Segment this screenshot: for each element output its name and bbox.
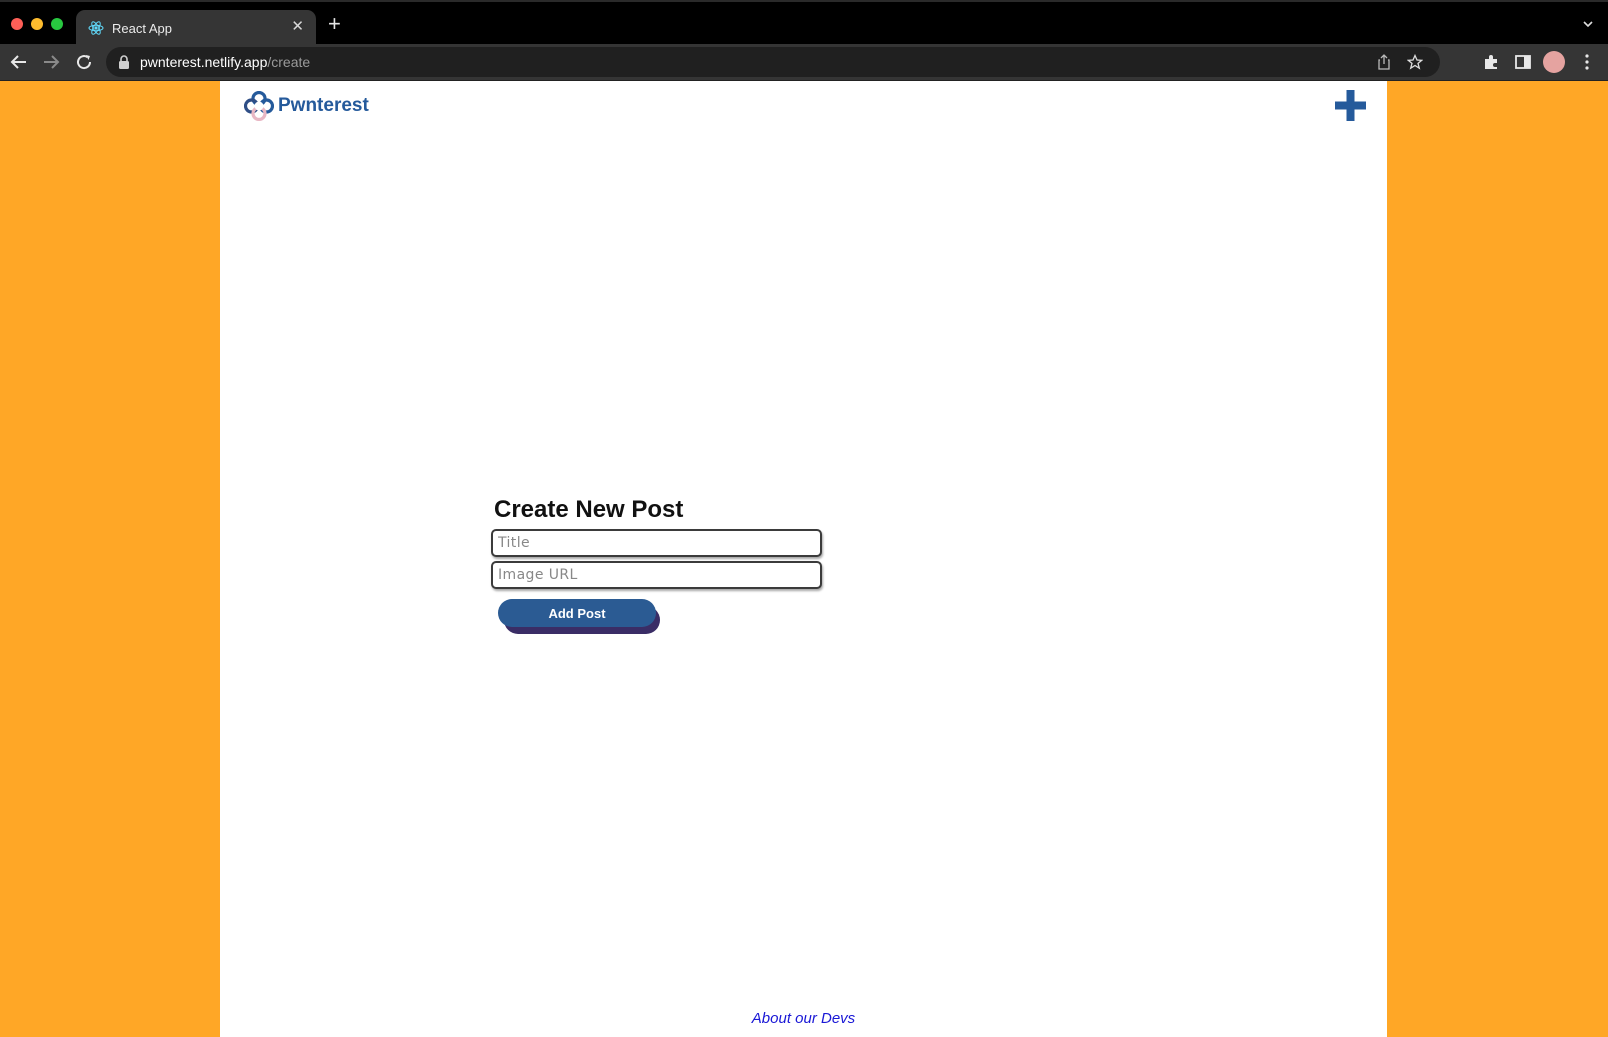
- window-maximize-dot[interactable]: [51, 18, 63, 30]
- page-container: Pwnterest Create New Post Add Post About…: [220, 81, 1387, 1037]
- tab-close-icon[interactable]: ✕: [291, 19, 304, 35]
- url-path: /create: [267, 54, 311, 70]
- brand-name: Pwnterest: [278, 95, 369, 116]
- window-minimize-dot[interactable]: [31, 18, 43, 30]
- tab-search-chevron-icon[interactable]: [1582, 18, 1594, 30]
- pwnterest-logo-icon: [244, 91, 274, 121]
- about-devs-link[interactable]: About our Devs: [220, 1010, 1387, 1027]
- side-panel-icon[interactable]: [1514, 53, 1532, 71]
- browser-toolbar: pwnterest.netlify.app/create: [0, 44, 1608, 81]
- image-url-input[interactable]: [491, 561, 822, 589]
- create-post-plus-icon[interactable]: [1334, 89, 1367, 122]
- url-text[interactable]: pwnterest.netlify.app/create: [140, 54, 310, 70]
- title-input[interactable]: [491, 529, 822, 557]
- bookmark-star-icon[interactable]: [1407, 54, 1423, 70]
- lock-icon[interactable]: [118, 55, 130, 69]
- forward-arrow-icon[interactable]: [42, 53, 60, 71]
- reload-icon[interactable]: [75, 53, 93, 71]
- address-bar[interactable]: pwnterest.netlify.app/create: [106, 47, 1440, 77]
- browser-menu-kebab-icon[interactable]: [1584, 53, 1590, 71]
- page-viewport: Pwnterest Create New Post Add Post About…: [0, 81, 1608, 1037]
- create-post-form: Create New Post Add Post: [491, 495, 831, 637]
- add-post-button-wrapper: Add Post: [498, 599, 664, 637]
- url-host: pwnterest.netlify.app: [140, 54, 268, 70]
- window-close-dot[interactable]: [11, 18, 23, 30]
- back-arrow-icon[interactable]: [10, 53, 28, 71]
- profile-avatar[interactable]: [1543, 51, 1565, 73]
- new-tab-plus-icon[interactable]: +: [328, 13, 341, 35]
- browser-tab-active[interactable]: React App ✕: [76, 10, 316, 46]
- form-heading: Create New Post: [494, 496, 684, 523]
- add-post-button[interactable]: Add Post: [498, 599, 656, 627]
- site-logo[interactable]: Pwnterest: [244, 90, 369, 122]
- browser-tab-bar: React App ✕ +: [0, 0, 1608, 46]
- react-favicon-icon: [88, 21, 104, 35]
- extensions-puzzle-icon[interactable]: [1482, 53, 1500, 71]
- share-icon[interactable]: [1376, 54, 1392, 70]
- tab-title: React App: [112, 21, 172, 36]
